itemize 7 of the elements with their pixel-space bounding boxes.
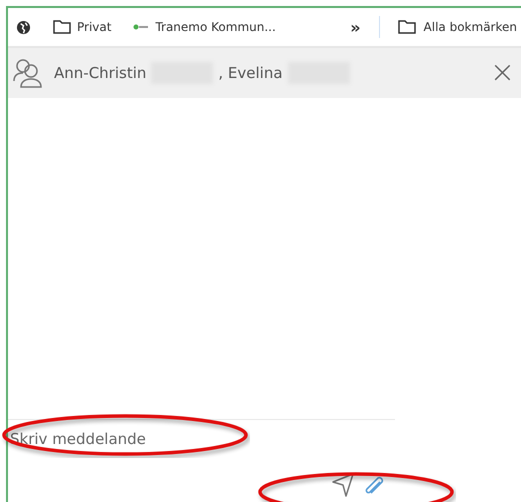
participant-name: , Evelina <box>218 64 283 82</box>
more-bookmarks-button[interactable]: » <box>350 18 361 36</box>
participant-name: Ann-Christin <box>54 64 146 82</box>
bookmark-link[interactable]: Tranemo Kommun... <box>133 20 276 34</box>
close-button[interactable]: × <box>490 58 515 88</box>
bookmark-folder[interactable]: Privat <box>53 20 112 34</box>
all-bookmarks-button[interactable]: Alla bokmärken <box>398 20 517 34</box>
